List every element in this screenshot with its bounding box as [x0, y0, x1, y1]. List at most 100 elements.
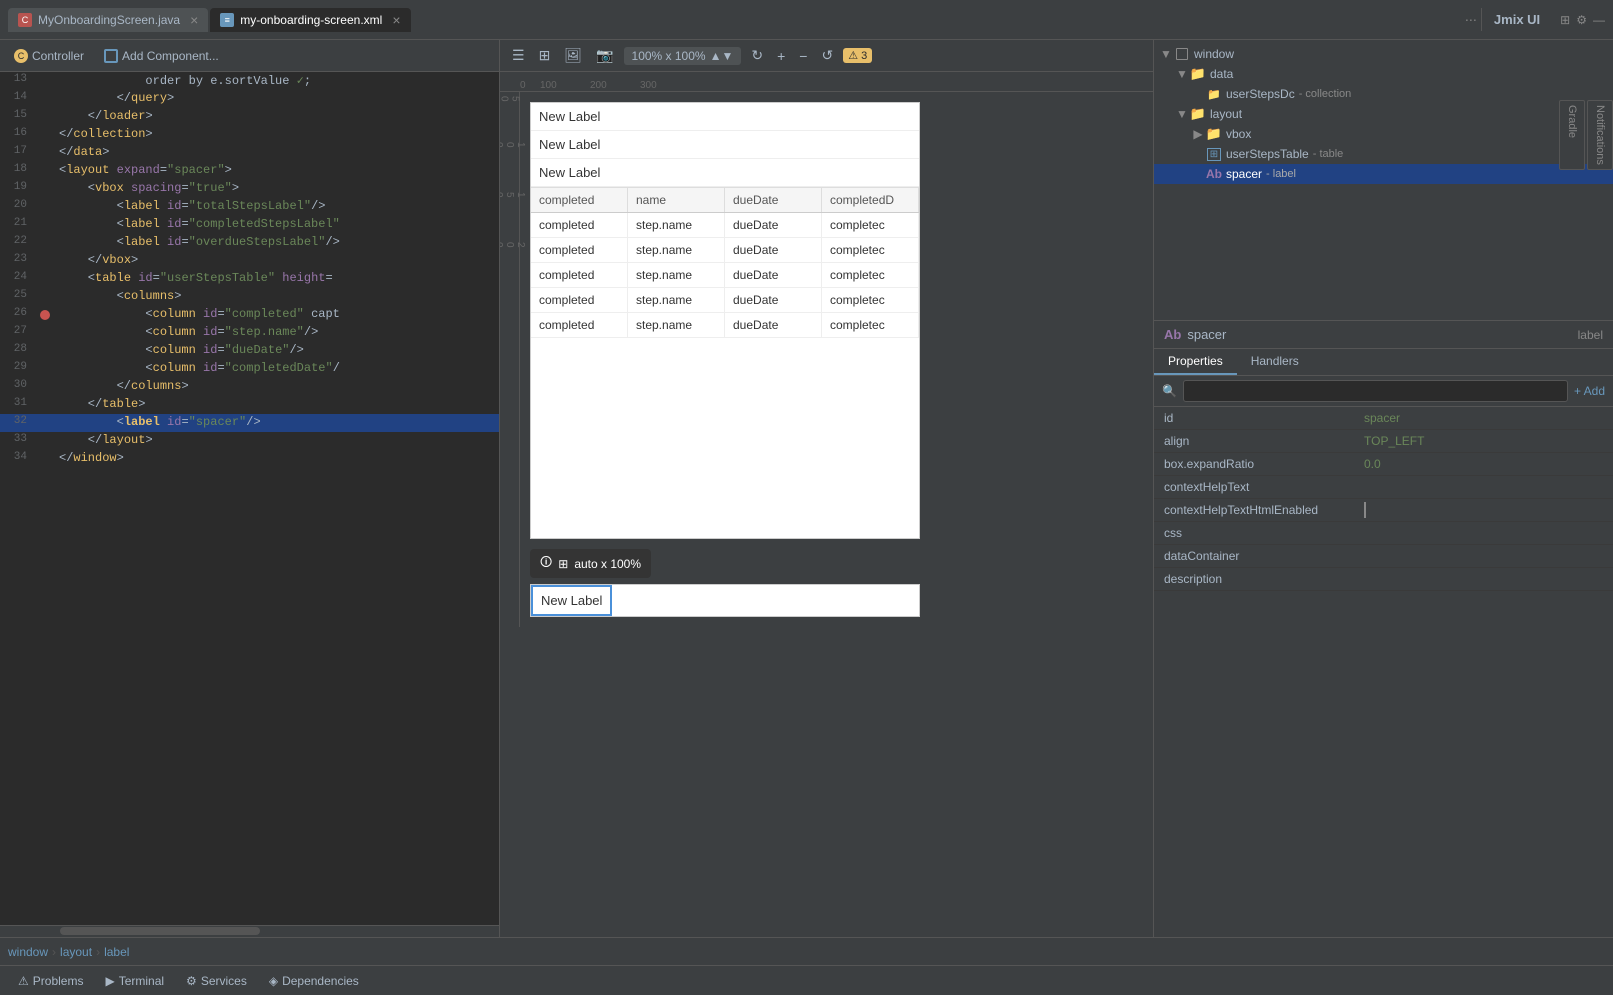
breadcrumb-window[interactable]: window: [8, 945, 48, 959]
preview-with-ruler: 50 100 150 200 New Label New Label New L…: [500, 92, 1153, 627]
tab-java[interactable]: C MyOnboardingScreen.java ×: [8, 8, 208, 32]
terminal-icon: ▶: [105, 974, 114, 988]
expand-data[interactable]: ▼: [1174, 67, 1190, 81]
refresh-icon[interactable]: ↻: [747, 45, 767, 66]
prop-value-align[interactable]: TOP_LEFT: [1364, 434, 1603, 448]
tab-xml[interactable]: ≡ my-onboarding-screen.xml ×: [210, 8, 410, 32]
tab-java-close[interactable]: ×: [190, 12, 198, 28]
controller-button[interactable]: C Controller: [8, 47, 90, 65]
tab-handlers[interactable]: Handlers: [1237, 349, 1313, 375]
tree-item-window[interactable]: ▼ window: [1154, 44, 1613, 64]
search-icon: 🔍: [1162, 384, 1177, 398]
th-name: name: [628, 188, 725, 212]
add-component-label: Add Component...: [122, 49, 219, 63]
tree-label-layout: layout: [1210, 107, 1242, 121]
undo-icon[interactable]: ↺: [817, 45, 837, 66]
spacer-label[interactable]: New Label: [531, 585, 612, 616]
terminal-tab[interactable]: ▶ Terminal: [95, 970, 174, 992]
tree-label-userstepstable: userStepsTable: [1226, 147, 1309, 161]
dependencies-tab[interactable]: ◈ Dependencies: [259, 970, 369, 992]
line-num-25: 25: [0, 288, 35, 306]
tree-item-vbox[interactable]: ▶ 📁 vbox: [1154, 124, 1613, 144]
code-line-17: 17 </data>: [0, 144, 499, 162]
line-num-23: 23: [0, 252, 35, 270]
grid-icon[interactable]: ⊞: [535, 45, 555, 66]
prop-value-expand-ratio[interactable]: 0.0: [1364, 457, 1603, 471]
jmix-minimize-icon[interactable]: —: [1593, 13, 1605, 27]
preview-window: New Label New Label New Label completed …: [530, 102, 920, 539]
zoom-out-icon[interactable]: −: [795, 46, 811, 66]
line-content-18: <layout expand="spacer">: [55, 162, 499, 180]
problems-tab[interactable]: ⚠ Problems: [8, 970, 93, 992]
zoom-in-icon[interactable]: +: [773, 46, 789, 66]
component-icon: [104, 49, 118, 63]
line-num-27: 27: [0, 324, 35, 342]
tree-item-spacer[interactable]: Ab spacer - label: [1154, 164, 1613, 184]
tab-xml-close[interactable]: ×: [392, 12, 400, 28]
zoom-selector[interactable]: 100% x 100% ▲▼: [624, 47, 742, 65]
tree-item-userstepstable[interactable]: ⊞ userStepsTable - table: [1154, 144, 1613, 164]
th-completed: completed: [531, 188, 628, 212]
menu-icon[interactable]: ☰: [508, 45, 529, 66]
tree-item-userstepsdc[interactable]: 📁 userStepsDc - collection: [1154, 84, 1613, 104]
gradle-tab[interactable]: Gradle: [1559, 100, 1585, 170]
breadcrumb-label[interactable]: label: [104, 945, 129, 959]
code-line-30: 30 </columns>: [0, 378, 499, 396]
line-num-29: 29: [0, 360, 35, 378]
jmix-settings-icon[interactable]: ⚙: [1576, 13, 1587, 27]
auto-size-label: auto x 100%: [574, 557, 641, 571]
td-due-2: dueDate: [725, 238, 822, 262]
breakpoint-26[interactable]: [40, 310, 50, 320]
expand-vbox[interactable]: ▶: [1190, 127, 1206, 141]
title-bar: C MyOnboardingScreen.java × ≡ my-onboard…: [0, 0, 1613, 40]
breadcrumb-layout[interactable]: layout: [60, 945, 92, 959]
code-line-18: 18 <layout expand="spacer">: [0, 162, 499, 180]
td-completedd-3: completec: [822, 263, 919, 287]
warning-badge[interactable]: ⚠ 3: [843, 48, 872, 63]
comp-name: spacer: [1187, 327, 1226, 342]
td-name-3: step.name: [628, 263, 725, 287]
tab-properties[interactable]: Properties: [1154, 349, 1237, 375]
td-name-4: step.name: [628, 288, 725, 312]
code-line-28: 28 <column id="dueDate"/>: [0, 342, 499, 360]
line-gutter-29: [35, 360, 55, 378]
controller-label: Controller: [32, 49, 84, 63]
ruler-left: 50 100 150 200: [500, 92, 520, 627]
editor-scrollbar[interactable]: [0, 925, 499, 937]
more-options-icon[interactable]: ⋯: [1465, 13, 1477, 27]
prop-value-id[interactable]: spacer: [1364, 411, 1603, 425]
line-num-24: 24: [0, 270, 35, 288]
prop-row-description: description: [1154, 568, 1613, 591]
code-line-32: 32 <label id="spacer"/>: [0, 414, 499, 432]
ruler-top: 0 100 200 300: [500, 72, 1153, 92]
info-icon: 🛈: [540, 553, 552, 574]
td-completed-4: completed: [531, 288, 628, 312]
line-gutter-20: [35, 198, 55, 216]
line-num-20: 20: [0, 198, 35, 216]
tree-item-data[interactable]: ▼ 📁 data: [1154, 64, 1613, 84]
tree-type-userstepsdc: - collection: [1299, 88, 1352, 100]
image-icon[interactable]: 🖼: [560, 45, 586, 66]
props-search-input[interactable]: [1183, 380, 1568, 402]
code-line-14: 14 </query>: [0, 90, 499, 108]
line-gutter-30: [35, 378, 55, 396]
data-folder-icon: 📁: [1190, 66, 1206, 82]
notifications-tab[interactable]: Notifications: [1587, 100, 1613, 170]
add-property-button[interactable]: + Add: [1574, 384, 1605, 398]
tree-item-layout[interactable]: ▼ 📁 layout: [1154, 104, 1613, 124]
comp-icon-ab: Ab: [1164, 327, 1181, 342]
td-completed-3: completed: [531, 263, 628, 287]
jmix-layout-icon[interactable]: ⊞: [1560, 13, 1570, 27]
tree-type-userstepstable: - table: [1313, 148, 1344, 160]
screenshot-icon[interactable]: 📷: [592, 45, 617, 66]
line-content-23: </vbox>: [55, 252, 499, 270]
prop-row-data-container: dataContainer: [1154, 545, 1613, 568]
expand-window[interactable]: ▼: [1158, 47, 1174, 61]
expand-layout[interactable]: ▼: [1174, 107, 1190, 121]
tree-label-userstepsdc: userStepsDc: [1226, 87, 1295, 101]
code-line-22: 22 <label id="overdueStepsLabel"/>: [0, 234, 499, 252]
add-component-button[interactable]: Add Component...: [98, 47, 225, 65]
context-html-checkbox[interactable]: [1364, 502, 1366, 518]
services-tab[interactable]: ⚙ Services: [176, 970, 257, 992]
prop-row-expand-ratio: box.expandRatio 0.0: [1154, 453, 1613, 476]
